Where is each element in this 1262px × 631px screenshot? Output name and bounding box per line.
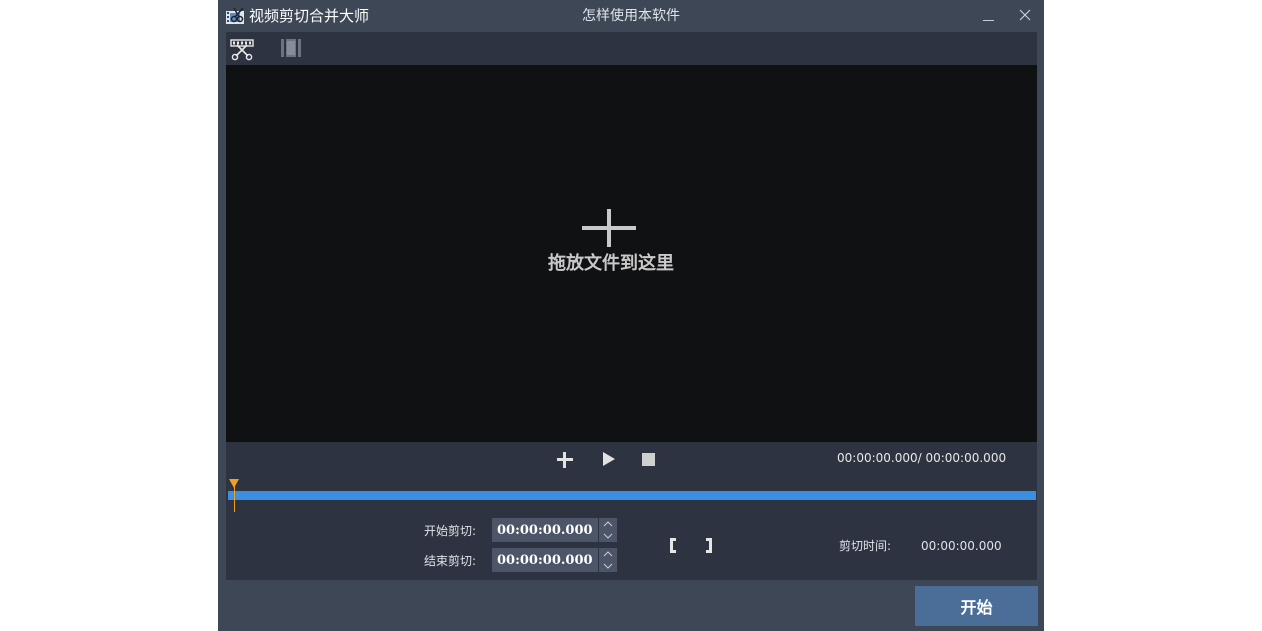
film-merge-icon — [281, 39, 301, 57]
start-cut-input[interactable] — [492, 518, 598, 542]
timeline-track[interactable] — [228, 491, 1036, 500]
close-button[interactable] — [1012, 5, 1038, 27]
merge-mode-button[interactable] — [278, 37, 304, 61]
drop-zone[interactable]: 拖放文件到这里 — [540, 209, 682, 278]
start-button[interactable]: 开始 — [915, 586, 1038, 626]
drop-hint: 拖放文件到这里 — [548, 253, 674, 274]
help-link[interactable]: 怎样使用本软件 — [582, 8, 680, 24]
player-controls: 00:00:00.000/ 00:00:00.000 — [226, 442, 1037, 477]
start-cut-label: 开始剪切: — [424, 524, 477, 538]
close-icon — [1019, 9, 1031, 21]
set-end-bracket-button[interactable] — [706, 538, 712, 553]
end-cut-label: 结束剪切: — [424, 554, 477, 568]
end-cut-increment[interactable] — [599, 548, 617, 560]
add-file-icon — [582, 209, 636, 248]
time-readout: 00:00:00.000/ 00:00:00.000 — [837, 451, 1007, 465]
title-bar: 视频剪切合并大师 怎样使用本软件 — [218, 0, 1044, 32]
stop-button[interactable] — [642, 453, 655, 466]
end-cut-stepper — [599, 548, 617, 572]
playhead-marker[interactable] — [229, 477, 241, 513]
help-link-row: 怎样使用本软件 — [218, 7, 1044, 25]
add-file-button[interactable] — [557, 452, 573, 468]
cut-mode-button[interactable] — [230, 37, 256, 61]
app-window: 视频剪切合并大师 怎样使用本软件 拖放文件到这里 00:00:00.000/ 0… — [218, 0, 1044, 631]
video-preview[interactable]: 拖放文件到这里 — [226, 65, 1037, 442]
end-cut-input[interactable] — [492, 548, 598, 572]
cut-duration-label: 剪切时间: — [839, 539, 892, 553]
start-cut-decrement[interactable] — [599, 530, 617, 542]
chevron-down-icon — [603, 563, 613, 569]
film-cut-icon — [230, 39, 254, 61]
cut-duration-value: 00:00:00.000 — [921, 539, 1002, 553]
start-cut-stepper — [599, 518, 617, 542]
cut-panel: 开始剪切: 结束剪切: 剪切时间: 00:00:00.000 — [226, 477, 1037, 580]
chevron-up-icon — [603, 521, 613, 527]
minimize-button[interactable] — [976, 5, 1002, 27]
end-cut-decrement[interactable] — [599, 560, 617, 572]
play-button[interactable] — [603, 452, 615, 466]
chevron-down-icon — [603, 533, 613, 539]
set-start-bracket-button[interactable] — [670, 538, 676, 553]
toolbar — [226, 32, 1037, 65]
chevron-up-icon — [603, 551, 613, 557]
start-cut-increment[interactable] — [599, 518, 617, 530]
